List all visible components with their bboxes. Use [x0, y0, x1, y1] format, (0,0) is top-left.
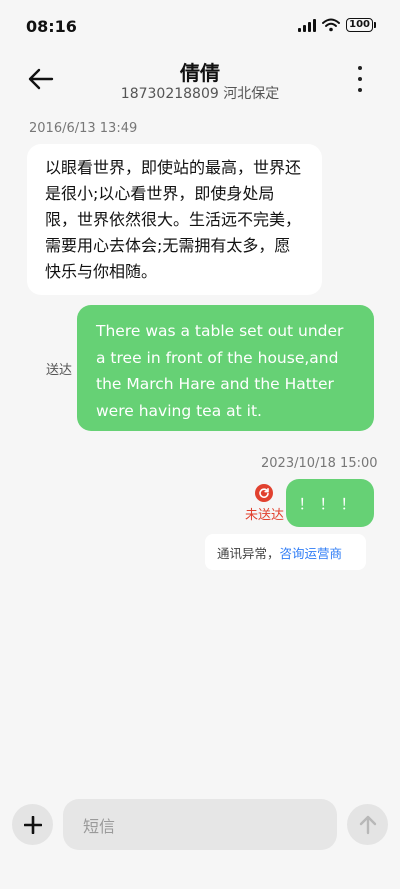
message-timestamp: 2023/10/18 15:00 — [261, 456, 378, 471]
contact-name: 倩倩 — [180, 61, 220, 85]
status-icons: 100 — [298, 18, 376, 32]
arrow-up-icon — [359, 815, 376, 834]
error-notice: 通讯异常， 咨询运营商 — [205, 534, 366, 570]
wifi-icon — [322, 18, 341, 32]
status-time: 08:16 — [26, 17, 77, 36]
incoming-message-bubble[interactable]: 以眼看世界，即使站的最高，世界还是很小;以心看世界，即使身处局限，世界依然很大。… — [27, 144, 322, 295]
send-button[interactable] — [347, 804, 388, 845]
error-notice-text: 通讯异常， — [217, 545, 280, 561]
outgoing-message-bubble[interactable]: ！！！ — [286, 479, 374, 527]
message-timestamp: 2016/6/13 13:49 — [29, 121, 138, 136]
plus-icon — [23, 815, 42, 834]
resend-icon[interactable] — [255, 484, 273, 502]
delivered-status: 送达 — [46, 363, 73, 378]
outgoing-message-bubble[interactable]: There was a table set out under a tree i… — [77, 305, 374, 431]
add-attachment-button[interactable] — [12, 804, 53, 845]
signal-icon — [298, 18, 317, 32]
sms-input[interactable]: 短信 — [63, 799, 337, 850]
battery-level: 100 — [349, 19, 370, 30]
more-options-icon[interactable] — [350, 66, 370, 92]
contact-number-location: 18730218809 河北保定 — [120, 86, 280, 102]
not-sent-status: 未送达 — [245, 508, 285, 523]
contact-carrier-link[interactable]: 咨询运营商 — [280, 543, 343, 562]
battery-icon: 100 — [346, 18, 376, 32]
